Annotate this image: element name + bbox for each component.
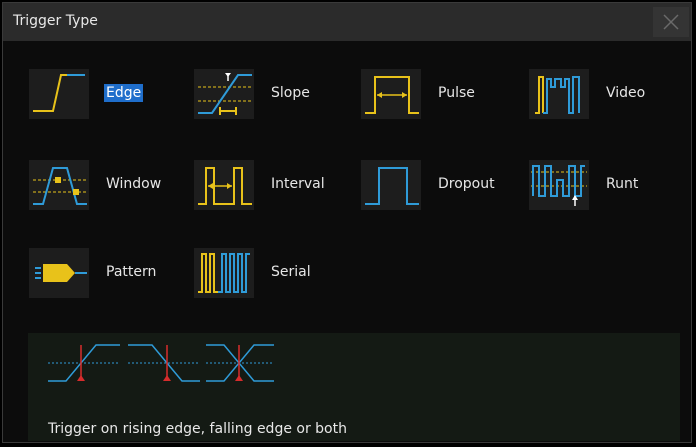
trigger-option-label: Interval: [271, 176, 325, 192]
serial-trigger-icon: [194, 248, 254, 298]
close-icon: [663, 14, 679, 30]
description-panel: Trigger on rising edge, falling edge or …: [28, 333, 680, 441]
trigger-option-label: Pulse: [438, 85, 475, 101]
trigger-option-label: Dropout: [438, 176, 495, 192]
trigger-option-interval[interactable]: Interval: [194, 160, 354, 210]
trigger-option-label: Video: [606, 85, 646, 101]
dropout-trigger-icon: [361, 160, 421, 210]
interval-trigger-icon: [194, 160, 254, 210]
trigger-option-pulse[interactable]: Pulse: [361, 69, 521, 119]
edge-modes-illustration: [48, 344, 274, 382]
trigger-option-pattern[interactable]: Pattern: [29, 248, 189, 298]
pattern-trigger-icon: [29, 248, 89, 298]
trigger-option-serial[interactable]: Serial: [194, 248, 354, 298]
edge-trigger-icon: [29, 69, 89, 119]
trigger-option-slope[interactable]: Slope: [194, 69, 354, 119]
trigger-option-label: Edge: [104, 84, 144, 102]
trigger-option-edge[interactable]: Edge: [29, 69, 189, 119]
trigger-type-dialog: Trigger Type Edge Slope Pulse Video Wind…: [2, 2, 692, 443]
description-text: Trigger on rising edge, falling edge or …: [48, 421, 347, 437]
close-button[interactable]: [653, 7, 689, 37]
dialog-title: Trigger Type: [13, 13, 98, 29]
trigger-option-runt[interactable]: Runt: [529, 160, 689, 210]
trigger-option-label: Window: [106, 176, 162, 192]
window-trigger-icon: [29, 160, 89, 210]
trigger-option-window[interactable]: Window: [29, 160, 189, 210]
trigger-option-video[interactable]: Video: [529, 69, 689, 119]
trigger-option-label: Slope: [271, 85, 310, 101]
slope-trigger-icon: [194, 69, 254, 119]
runt-trigger-icon: [529, 160, 589, 210]
pulse-trigger-icon: [361, 69, 421, 119]
trigger-option-label: Pattern: [106, 264, 157, 280]
title-bar: Trigger Type: [3, 3, 691, 41]
video-trigger-icon: [529, 69, 589, 119]
trigger-option-label: Runt: [606, 176, 639, 192]
trigger-option-dropout[interactable]: Dropout: [361, 160, 521, 210]
trigger-option-label: Serial: [271, 264, 311, 280]
